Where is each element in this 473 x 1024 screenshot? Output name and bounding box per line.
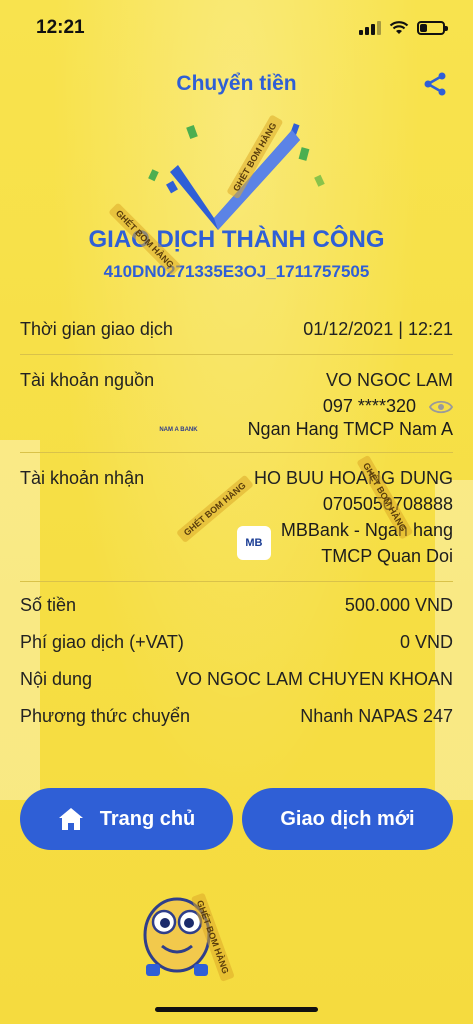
status-icons	[359, 21, 448, 35]
home-button-label: Trang chủ	[99, 807, 196, 830]
detail-time: Thời gian giao dịch 01/12/2021 | 12:21	[20, 304, 453, 354]
status-bar: 12:21	[0, 0, 473, 56]
new-transaction-button[interactable]: Giao dịch mới	[242, 788, 453, 850]
signal-icon	[359, 21, 381, 35]
dest-bank-line1: MBBank - Ngan hang	[280, 520, 453, 540]
source-name: VO NGOC LAM	[325, 370, 453, 390]
wifi-icon	[389, 21, 409, 34]
dest-bank-line2: TMCP Quan Doi	[321, 546, 453, 566]
home-button[interactable]: Trang chủ	[20, 788, 233, 850]
source-bank-row: NAM A BANK Ngan Hang TMCP Nam A	[20, 419, 453, 440]
method-value: Nhanh NAPAS 247	[300, 706, 453, 726]
source-account-line: 097 ****320	[20, 393, 453, 419]
success-check-icon	[148, 123, 325, 230]
eye-icon[interactable]	[429, 399, 453, 415]
battery-icon	[417, 21, 448, 35]
method-label: Phương thức chuyển	[20, 706, 190, 726]
mb-bank-logo: MB	[236, 526, 271, 560]
home-indicator	[155, 1007, 318, 1012]
source-bank: Ngan Hang TMCP Nam A	[247, 419, 453, 439]
source-label: Tài khoản nguồn	[20, 370, 155, 390]
nama-bank-logo: NAM A BANK	[159, 426, 198, 433]
dest-name: HO BUU HOANG DUNG	[253, 468, 453, 488]
amount-value: 500.000 VND	[344, 595, 453, 615]
content-label: Nội dung	[20, 669, 93, 689]
success-title: GIAO DỊCH THÀNH CÔNG	[88, 226, 385, 253]
detail-amounts: Số tiền 500.000 VND Phí giao dịch (+VAT)…	[20, 582, 453, 729]
home-icon	[58, 808, 83, 830]
dest-bank-row: MB MBBank - Ngan hang TMCP Quan Doi	[20, 517, 453, 569]
time-value: 01/12/2021 | 12:21	[303, 319, 453, 339]
status-time: 12:21	[36, 17, 85, 38]
fee-label: Phí giao dịch (+VAT)	[20, 632, 184, 652]
source-account: 097 ****320	[322, 396, 416, 416]
fee-value: 0 VND	[399, 632, 453, 652]
dest-label: Tài khoản nhận	[20, 468, 145, 488]
content-value: VO NGOC LAM CHUYEN KHOAN	[175, 669, 453, 689]
detail-source: Tài khoản nguồn VO NGOC LAM 097 ****320 …	[20, 355, 453, 452]
header: Chuyển tiền	[0, 62, 473, 106]
amount-label: Số tiền	[20, 595, 77, 615]
share-icon[interactable]	[421, 70, 449, 98]
time-label: Thời gian giao dịch	[20, 319, 173, 339]
new-transaction-label: Giao dịch mới	[280, 807, 415, 830]
transaction-code: 410DN0271335E3OJ_1711757505	[103, 262, 370, 281]
page-title: Chuyển tiền	[176, 72, 297, 95]
